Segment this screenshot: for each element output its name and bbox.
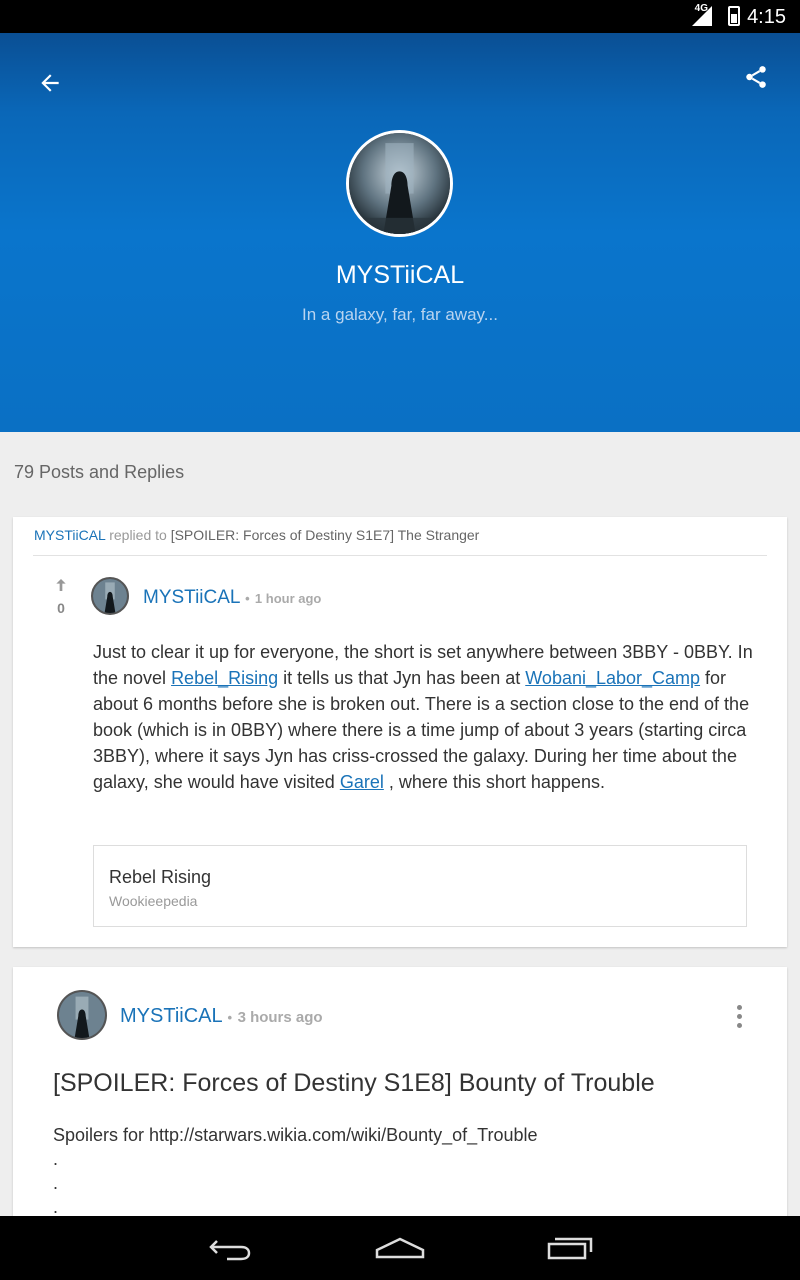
- post-title[interactable]: [SPOILER: Forces of Destiny S1E8] Bounty…: [53, 1069, 655, 1098]
- more-vert-icon-dot: [736, 1022, 742, 1028]
- back-icon: [209, 1240, 251, 1261]
- profile-avatar[interactable]: [346, 130, 453, 237]
- posts-count: 79 Posts and Replies: [14, 462, 185, 482]
- separator-dot: •: [227, 1010, 232, 1025]
- author-avatar[interactable]: [91, 577, 129, 615]
- post-body-line: Spoilers for http://starwars.wikia.com/w…: [53, 1125, 538, 1145]
- author-line: MYSTiiCAL • 3 hours ago: [120, 1005, 323, 1028]
- post-body-dot: .: [53, 1173, 59, 1193]
- link-wobani-labor-camp[interactable]: Wobani_Labor_Camp: [525, 668, 700, 688]
- system-nav-bar: [0, 1216, 800, 1280]
- more-vert-icon: [736, 1004, 742, 1010]
- replied-to-label: replied to: [109, 527, 167, 543]
- link-preview-title: Rebel Rising: [109, 867, 212, 887]
- share-button[interactable]: [734, 55, 778, 99]
- author-name[interactable]: MYSTiiCAL: [143, 587, 240, 608]
- separator-dot: •: [245, 591, 250, 606]
- author-avatar[interactable]: [57, 990, 107, 1040]
- post-body-dot: .: [53, 1149, 59, 1169]
- nav-recents-button[interactable]: [530, 1226, 610, 1270]
- avatar-image: [349, 133, 450, 234]
- back-arrow-icon: [41, 74, 59, 92]
- divider: [33, 555, 767, 556]
- link-rebel-rising[interactable]: Rebel_Rising: [171, 668, 278, 688]
- author-line: MYSTiiCAL • 1 hour ago: [143, 587, 321, 609]
- timestamp: 1 hour ago: [254, 591, 322, 606]
- timestamp: 3 hours ago: [237, 1009, 323, 1026]
- clock: 4:15: [747, 6, 786, 28]
- vote-control: 0: [51, 577, 71, 616]
- link-garel[interactable]: Garel: [340, 772, 384, 792]
- share-icon: [746, 66, 766, 88]
- reply-card[interactable]: MYSTiiCAL replied to [SPOILER: Forces of…: [13, 517, 787, 947]
- reply-username-link[interactable]: MYSTiiCAL: [34, 527, 105, 543]
- signal-icon: [692, 6, 712, 26]
- nav-back-button[interactable]: [190, 1226, 270, 1270]
- reply-body: Just to clear it up for everyone, the sh…: [93, 639, 753, 795]
- author-name[interactable]: MYSTiiCAL: [120, 1005, 222, 1027]
- body-text: , where this short happens.: [383, 772, 605, 792]
- avatar-image: [59, 992, 105, 1038]
- profile-name: MYSTiiCAL: [335, 261, 465, 289]
- upvote-arrow-icon[interactable]: [53, 577, 69, 593]
- post-card[interactable]: MYSTiiCAL • 3 hours ago [SPOILER: Forces…: [13, 967, 787, 1227]
- recents-icon: [547, 1237, 593, 1260]
- thread-title-link[interactable]: [SPOILER: Forces of Destiny S1E7] The St…: [171, 527, 480, 543]
- more-vert-icon-dot: [736, 1013, 742, 1019]
- link-preview-source: Wookieepedia: [109, 893, 198, 909]
- battery-icon: [728, 6, 740, 26]
- vote-count: 0: [57, 600, 65, 616]
- more-options-button[interactable]: [727, 1001, 751, 1031]
- nav-home-button[interactable]: [360, 1226, 440, 1270]
- post-body: Spoilers for http://starwars.wikia.com/w…: [53, 1123, 538, 1219]
- home-icon: [375, 1237, 425, 1259]
- reply-context: MYSTiiCAL replied to [SPOILER: Forces of…: [34, 527, 479, 543]
- body-text: it tells us that Jyn has been at: [278, 668, 526, 688]
- back-button[interactable]: [28, 61, 72, 105]
- profile-tagline: In a galaxy, far, far away...: [302, 305, 498, 324]
- avatar-image: [93, 579, 127, 613]
- link-preview-card[interactable]: Rebel Rising Wookieepedia: [93, 845, 747, 927]
- profile-header: MYSTiiCAL In a galaxy, far, far away...: [0, 33, 800, 432]
- status-bar: 4G 4:15: [0, 0, 800, 33]
